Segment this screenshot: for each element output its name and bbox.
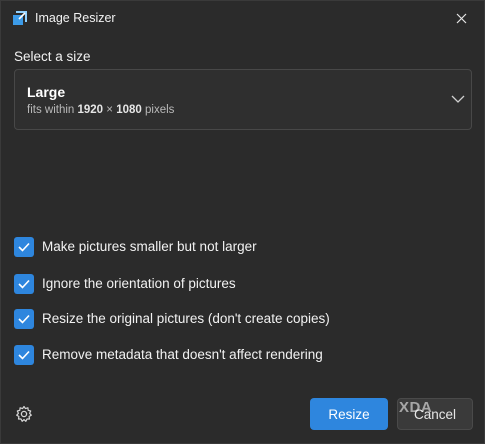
selected-size-description: fits within 1920 × 1080 pixels <box>27 104 174 116</box>
resize-button[interactable]: Resize <box>310 398 388 430</box>
checkbox-checked[interactable] <box>14 237 34 257</box>
checkmark-icon <box>18 350 30 360</box>
option-resize-original[interactable]: Resize the original pictures (don't crea… <box>14 309 454 329</box>
size-unit: pixels <box>145 104 175 116</box>
image-resizer-window: Image Resizer Select a size Large fits w… <box>0 0 485 444</box>
image-resizer-app-icon <box>13 11 27 25</box>
xda-watermark: XDA <box>399 399 433 416</box>
checkbox-checked[interactable] <box>14 345 34 365</box>
chevron-down-icon <box>451 95 465 103</box>
checkbox-checked[interactable] <box>14 309 34 329</box>
option-smaller-not-larger[interactable]: Make pictures smaller but not larger <box>14 237 454 257</box>
window-title: Image Resizer <box>35 11 116 25</box>
checkmark-icon <box>18 314 30 324</box>
close-button[interactable] <box>449 7 473 29</box>
selected-size-name: Large <box>27 84 66 100</box>
close-icon <box>456 13 466 23</box>
select-size-label: Select a size <box>14 49 91 64</box>
option-label: Ignore the orientation of pictures <box>42 276 236 291</box>
size-dropdown[interactable]: Large fits within 1920 × 1080 pixels <box>14 69 472 130</box>
size-height: 1080 <box>116 104 142 116</box>
size-width: 1920 <box>77 104 104 116</box>
option-label: Make pictures smaller but not larger <box>42 239 257 254</box>
checkmark-icon <box>18 242 30 252</box>
option-remove-metadata[interactable]: Remove metadata that doesn't affect rend… <box>14 345 454 365</box>
checkmark-icon <box>18 279 30 289</box>
option-ignore-orientation[interactable]: Ignore the orientation of pictures <box>14 274 454 294</box>
gear-icon <box>16 405 32 422</box>
title-bar: Image Resizer <box>1 1 484 35</box>
option-label: Remove metadata that doesn't affect rend… <box>42 347 323 362</box>
size-times-sign: × <box>106 104 114 116</box>
settings-button[interactable] <box>14 404 34 424</box>
option-label: Resize the original pictures (don't crea… <box>42 311 330 326</box>
size-desc-prefix: fits within <box>27 104 75 116</box>
checkbox-checked[interactable] <box>14 274 34 294</box>
